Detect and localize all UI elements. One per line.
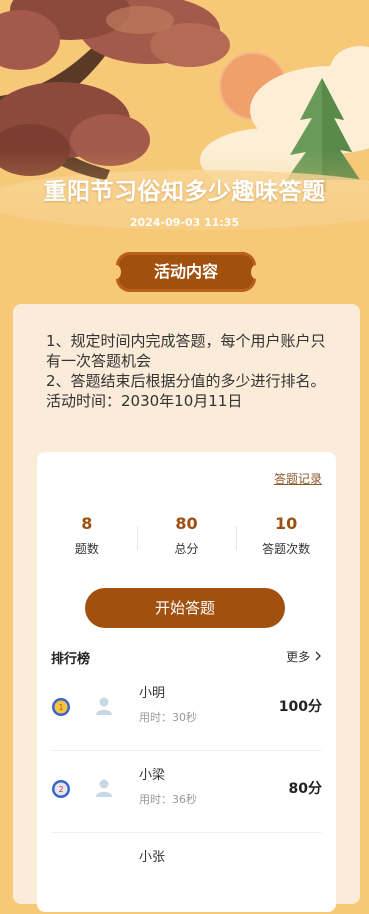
quiz-panel: 答题记录 8 题数 80 总分 10 答题次数 开始答题 排行榜 更多 1 小明… — [37, 452, 336, 912]
activity-time: 活动时间：2030年10月11日 — [46, 392, 243, 410]
player-score: 80分 — [288, 781, 322, 797]
player-time: 用时：36秒 — [139, 793, 197, 806]
gold-medal-icon: 1 — [52, 698, 70, 716]
user-avatar-icon — [96, 697, 112, 715]
stat-value: 80 — [175, 514, 198, 533]
stat-label: 题数 — [74, 542, 99, 556]
chevron-right-icon — [315, 651, 321, 661]
svg-text:2: 2 — [58, 785, 63, 794]
stat-label: 答题次数 — [262, 542, 311, 556]
stat-label: 总分 — [174, 542, 199, 556]
silver-medal-icon: 2 — [52, 780, 70, 798]
ranking-header: 排行榜 更多 — [51, 648, 322, 668]
player-score: 100分 — [278, 699, 322, 715]
ranking-row[interactable]: 小张 — [51, 834, 322, 914]
ranking-row[interactable]: 2 小梁 用时：36秒 80分 — [51, 752, 322, 833]
rule-line-2: 2、答题结束后根据分值的多少进行排名。 — [46, 372, 326, 390]
stat-attempts: 10 答题次数 — [236, 512, 336, 562]
player-name: 小明 — [139, 686, 166, 701]
ranking-more-link[interactable]: 更多 — [286, 648, 322, 665]
start-quiz-button[interactable]: 开始答题 — [85, 588, 285, 628]
stat-total-score: 80 总分 — [136, 512, 237, 562]
rule-line-1: 1、规定时间内完成答题，每个用户账户只有一次答题机会 — [46, 332, 326, 370]
stats-row: 8 题数 80 总分 10 答题次数 — [37, 512, 336, 562]
answer-record-link[interactable]: 答题记录 — [274, 470, 322, 487]
rules-text: 1、规定时间内完成答题，每个用户账户只有一次答题机会 2、答题结束后根据分值的多… — [46, 331, 331, 411]
player-name: 小梁 — [139, 768, 166, 783]
user-avatar-icon — [96, 779, 112, 797]
ranking-row[interactable]: 1 小明 用时：30秒 100分 — [51, 670, 322, 751]
stat-value: 10 — [275, 514, 298, 533]
svg-text:1: 1 — [58, 703, 63, 712]
stat-value: 8 — [81, 514, 93, 533]
stat-question-count: 8 题数 — [37, 512, 137, 562]
player-name: 小张 — [139, 850, 166, 865]
ranking-title: 排行榜 — [51, 652, 91, 667]
more-label: 更多 — [286, 650, 311, 664]
page-date: 2024-09-03 11:35 — [129, 216, 240, 229]
page-title: 重阳节习俗知多少趣味答题 — [43, 179, 326, 205]
player-time: 用时：30秒 — [139, 711, 197, 724]
section-label-activity: 活动内容 — [111, 252, 261, 292]
content-card: 1、规定时间内完成答题，每个用户账户只有一次答题机会 2、答题结束后根据分值的多… — [13, 304, 360, 912]
